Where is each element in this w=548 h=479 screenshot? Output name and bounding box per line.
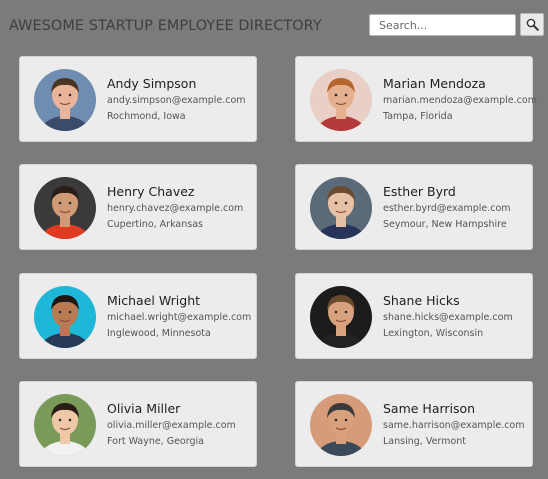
employee-info: Michael Wright michael.wright@example.com… xyxy=(107,293,252,340)
employee-email: same.harrison@example.com xyxy=(383,420,525,431)
employee-directory-page: AWESOME STARTUP EMPLOYEE DIRECTORY Andy … xyxy=(0,0,548,479)
avatar xyxy=(310,177,372,239)
avatar xyxy=(34,69,96,131)
employee-location: Fort Wayne, Georgia xyxy=(107,436,204,447)
search-input[interactable] xyxy=(369,14,516,36)
employee-name: Michael Wright xyxy=(107,293,201,308)
avatar xyxy=(34,394,96,456)
employee-email: shane.hicks@example.com xyxy=(383,312,513,323)
employee-info: Olivia Miller olivia.miller@example.com Fo… xyxy=(107,401,252,448)
employee-info: Shane Hicks shane.hicks@example.com Lexing… xyxy=(383,293,528,340)
employee-card[interactable]: Same Harrison same.harrison@example.com La… xyxy=(295,381,533,467)
employee-location: Cupertino, Arkansas xyxy=(107,219,203,230)
employee-email: marian.mendoza@example.com xyxy=(383,95,537,106)
employee-info: Andy Simpson andy.simpson@example.com Roch… xyxy=(107,76,252,123)
avatar xyxy=(310,69,372,131)
employee-name: Henry Chavez xyxy=(107,184,195,199)
employee-location: Seymour, New Hampshire xyxy=(383,219,507,230)
employee-card[interactable]: Marian Mendoza marian.mendoza@example.com… xyxy=(295,56,537,142)
employee-card[interactable]: Olivia Miller olivia.miller@example.com Fo… xyxy=(19,381,257,467)
employee-card[interactable]: Michael Wright michael.wright@example.com… xyxy=(19,273,257,359)
employee-card[interactable]: Esther Byrd esther.byrd@example.com Seymou… xyxy=(295,164,533,250)
avatar xyxy=(310,286,372,348)
employee-name: Shane Hicks xyxy=(383,293,460,308)
employee-name: Olivia Miller xyxy=(107,401,181,416)
employee-card[interactable]: Henry Chavez henry.chavez@example.com Cupe… xyxy=(19,164,257,250)
header: AWESOME STARTUP EMPLOYEE DIRECTORY xyxy=(0,0,548,50)
employee-location: Inglewood, Minnesota xyxy=(107,328,211,339)
employee-location: Lansing, Vermont xyxy=(383,436,466,447)
magnifier-icon xyxy=(526,18,539,31)
search-button[interactable] xyxy=(520,13,544,36)
employee-name: Esther Byrd xyxy=(383,184,456,199)
employee-info: Same Harrison same.harrison@example.com La… xyxy=(383,401,528,448)
employee-email: henry.chavez@example.com xyxy=(107,203,244,214)
employee-email: olivia.miller@example.com xyxy=(107,420,236,431)
employee-card[interactable]: Andy Simpson andy.simpson@example.com Roch… xyxy=(19,56,257,142)
employee-name: Same Harrison xyxy=(383,401,476,416)
avatar xyxy=(310,394,372,456)
employee-email: esther.byrd@example.com xyxy=(383,203,511,214)
employee-email: michael.wright@example.com xyxy=(107,312,252,323)
employee-email: andy.simpson@example.com xyxy=(107,95,246,106)
employee-location: Tampa, Florida xyxy=(383,111,453,122)
employee-info: Esther Byrd esther.byrd@example.com Seymou… xyxy=(383,184,528,231)
employee-card[interactable]: Shane Hicks shane.hicks@example.com Lexing… xyxy=(295,273,533,359)
employee-name: Andy Simpson xyxy=(107,76,197,91)
avatar xyxy=(34,286,96,348)
page-title: AWESOME STARTUP EMPLOYEE DIRECTORY xyxy=(9,18,322,34)
employee-name: Marian Mendoza xyxy=(383,76,486,91)
employee-location: Lexington, Wisconsin xyxy=(383,328,484,339)
employee-info: Henry Chavez henry.chavez@example.com Cupe… xyxy=(107,184,252,231)
employee-info: Marian Mendoza marian.mendoza@example.com… xyxy=(383,76,537,123)
avatar xyxy=(34,177,96,239)
employee-location: Rochmond, Iowa xyxy=(107,111,186,122)
